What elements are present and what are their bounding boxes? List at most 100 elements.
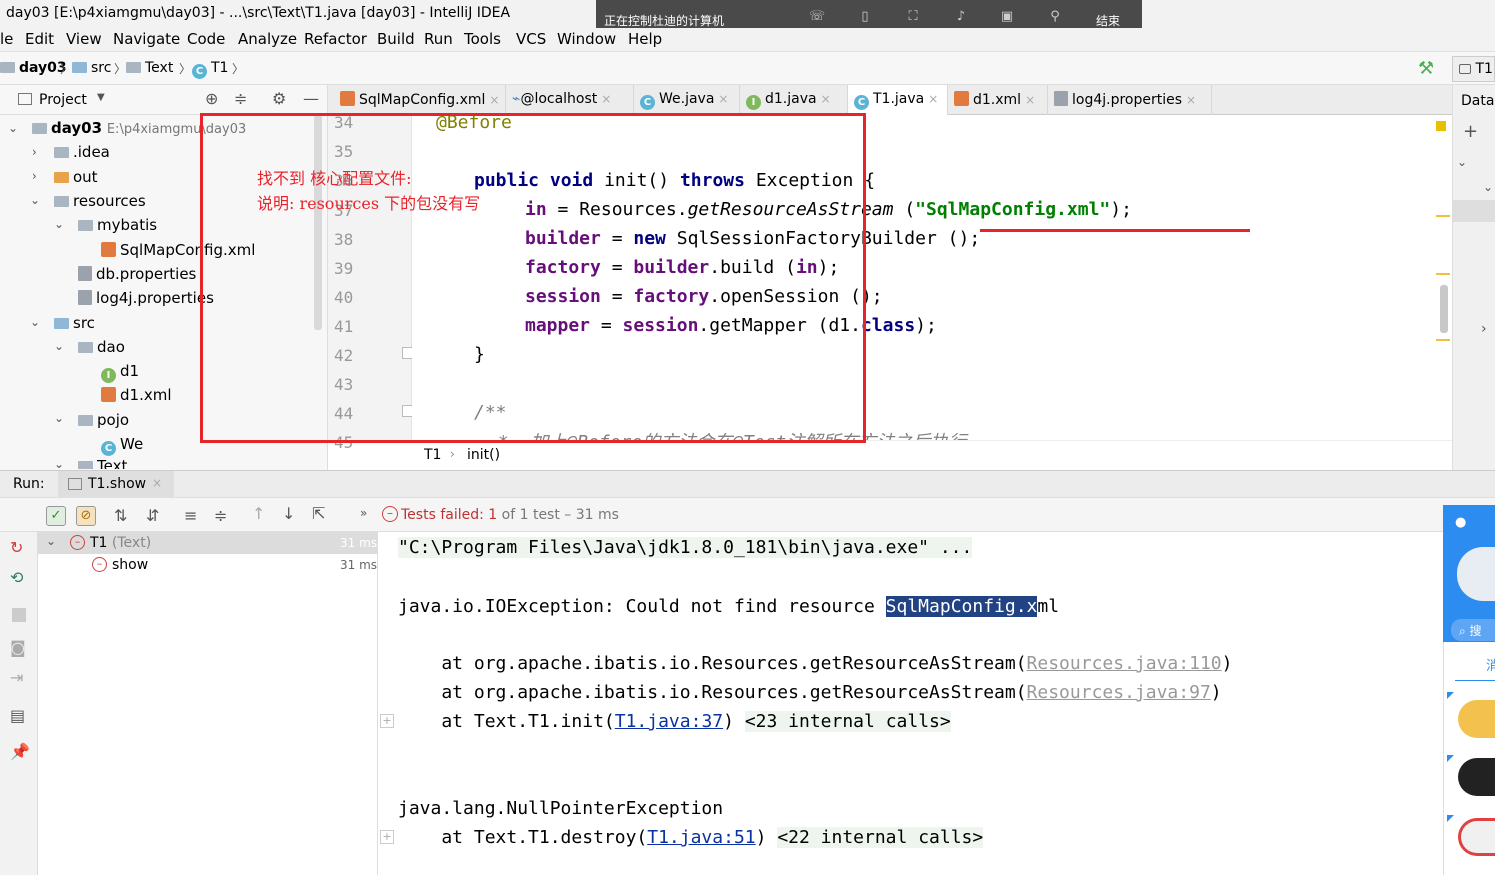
tab-t1-java[interactable]: C T1.java × <box>848 85 948 115</box>
add-icon[interactable]: + <box>1463 121 1478 142</box>
close-icon[interactable]: × <box>821 92 831 106</box>
tree-item-d1[interactable]: Id1 <box>101 362 139 383</box>
menu-tools[interactable]: Tools <box>464 30 501 48</box>
breadcrumb-text[interactable]: Text <box>126 60 173 76</box>
tree-item-d1-xml[interactable]: d1.xml <box>101 386 172 404</box>
tree-item-resources[interactable]: resources <box>54 192 146 210</box>
tab-log4j-properties[interactable]: log4j.properties × <box>1048 85 1212 115</box>
menu-run[interactable]: Run <box>424 30 453 48</box>
chevron-down-icon[interactable]: ⌄ <box>8 121 18 135</box>
chevron-right-icon[interactable]: › <box>32 145 37 159</box>
breadcrumb-day03[interactable]: day03 <box>0 60 67 76</box>
chevron-down-icon[interactable]: ▼ <box>97 92 105 103</box>
stack-link[interactable]: Resources.java:110 <box>1027 653 1222 674</box>
pin-icon[interactable]: ⚲ <box>1046 9 1064 25</box>
menu-refactor[interactable]: Refactor <box>304 30 367 48</box>
close-icon[interactable]: × <box>928 92 938 106</box>
tab-we-java[interactable]: C We.java × <box>634 85 740 115</box>
test-row-t1[interactable]: ⌄ – T1 (Text) 31 ms <box>38 532 378 554</box>
stack-link[interactable]: Resources.java:97 <box>1027 682 1211 703</box>
tab-d1-xml[interactable]: d1.xml × <box>948 85 1048 115</box>
tab-sqlmapconfig[interactable]: SqlMapConfig.xml × <box>334 85 506 115</box>
chevron-down-icon[interactable]: ⌄ <box>54 339 64 353</box>
close-icon[interactable]: × <box>1186 93 1196 107</box>
project-view-selector[interactable]: Project <box>39 92 87 108</box>
menu-view[interactable]: View <box>66 30 102 48</box>
bell-icon[interactable]: ● <box>1455 515 1466 530</box>
close-icon[interactable]: × <box>718 92 728 106</box>
chevron-down-icon[interactable]: ⌄ <box>54 217 64 231</box>
export-icon[interactable]: ⇱ <box>312 504 325 523</box>
tree-item-idea[interactable]: .idea <box>54 143 110 161</box>
expand-all-icon[interactable]: ≡ <box>184 506 197 525</box>
chevron-down-icon[interactable]: ⌄ <box>30 193 40 207</box>
service-avatar[interactable] <box>1458 818 1495 856</box>
toggle-autotest-icon[interactable]: ⟲ <box>10 568 23 587</box>
menu-edit[interactable]: Edit <box>25 30 54 48</box>
tree-item-dao[interactable]: dao <box>78 338 125 356</box>
menu-build[interactable]: Build <box>377 30 415 48</box>
inspection-warning-marker[interactable] <box>1436 121 1446 131</box>
tree-item-pojo[interactable]: pojo <box>78 411 129 429</box>
menu-vcs[interactable]: VCS <box>516 30 546 48</box>
speaker-icon[interactable]: ♪ <box>952 9 970 25</box>
hide-panel-icon[interactable]: — <box>303 89 319 108</box>
menu-navigate[interactable]: Navigate <box>113 30 180 48</box>
close-icon[interactable]: × <box>152 476 162 490</box>
editor-scrollbar[interactable] <box>1440 285 1448 333</box>
tree-item-db-properties[interactable]: db.properties <box>78 265 196 283</box>
end-button[interactable]: 结束 <box>1096 12 1120 29</box>
qq-tab-label[interactable]: 消 <box>1486 655 1495 674</box>
console-output[interactable]: "C:\Program Files\Java\jdk1.8.0_181\bin\… <box>378 532 1495 875</box>
window-icon[interactable]: ▯ <box>856 9 874 25</box>
screenshot-icon[interactable]: ⛶ <box>904 9 922 25</box>
chevron-down-icon[interactable]: ⌄ <box>54 411 64 425</box>
more-icon[interactable]: » <box>360 506 367 520</box>
tree-item-out[interactable]: out <box>54 168 98 186</box>
database-selected-row[interactable] <box>1453 200 1495 222</box>
menu-analyze[interactable]: Analyze <box>238 30 297 48</box>
exit-icon[interactable]: ⇥ <box>10 668 23 687</box>
stack-link[interactable]: T1.java:37 <box>615 711 723 732</box>
locate-icon[interactable]: ⊕ <box>205 89 218 108</box>
breadcrumb-t1[interactable]: C T1 <box>192 60 228 79</box>
stack-link[interactable]: T1.java:51 <box>647 827 755 848</box>
chevron-down-icon[interactable]: ⌄ <box>1457 155 1467 169</box>
database-panel-label[interactable]: Datal <box>1461 93 1495 109</box>
chevron-down-icon[interactable]: ⌄ <box>30 315 40 329</box>
show-ignored-icon[interactable]: ⊘ <box>76 506 96 526</box>
previous-failed-icon[interactable]: ↑ <box>252 504 265 523</box>
phone-icon[interactable]: ☏ <box>808 9 826 25</box>
qq-penguin-avatar[interactable] <box>1458 758 1495 796</box>
breadcrumb-class[interactable]: T1 <box>424 447 441 463</box>
tree-item-log4j-properties[interactable]: log4j.properties <box>78 289 214 307</box>
avatar[interactable] <box>1457 547 1495 601</box>
menu-code[interactable]: Code <box>187 30 225 48</box>
close-icon[interactable]: × <box>1025 93 1035 107</box>
chevron-down-icon[interactable]: ⌄ <box>54 457 64 471</box>
collapse-all-icon[interactable]: ≑ <box>234 89 247 108</box>
gear-icon[interactable]: ⚙ <box>272 89 286 108</box>
close-icon[interactable]: × <box>489 93 499 107</box>
layout-icon[interactable]: ▤ <box>10 706 25 725</box>
search-box[interactable]: ⌕ 搜 <box>1451 619 1495 641</box>
contact-avatar[interactable] <box>1458 700 1495 738</box>
chevron-down-icon[interactable]: ⌄ <box>1483 180 1493 194</box>
breadcrumb-method[interactable]: init() <box>467 447 500 463</box>
chevron-right-icon[interactable]: › <box>32 169 37 183</box>
tab-d1-java[interactable]: Id1.java × <box>740 85 848 115</box>
close-icon[interactable]: × <box>601 92 611 106</box>
expand-icon[interactable]: + <box>380 830 394 844</box>
pin-icon[interactable]: 📌 <box>10 742 30 761</box>
run-tab[interactable]: T1.show × <box>58 471 174 498</box>
sort-alpha-icon[interactable]: ⇅ <box>114 506 127 525</box>
menu-window[interactable]: Window <box>557 30 616 48</box>
tab-localhost[interactable]: ⌁@localhost × <box>506 85 634 115</box>
next-failed-icon[interactable]: ↓ <box>282 504 295 523</box>
expand-icon[interactable]: + <box>380 714 394 728</box>
breadcrumb-src[interactable]: src <box>72 60 111 76</box>
run-config-selector[interactable]: T1 <box>1452 56 1495 82</box>
build-hammer-icon[interactable]: ⚒ <box>1418 58 1434 79</box>
show-passed-icon[interactable]: ✓ <box>46 506 66 526</box>
chevron-down-icon[interactable]: ⌄ <box>46 534 56 548</box>
